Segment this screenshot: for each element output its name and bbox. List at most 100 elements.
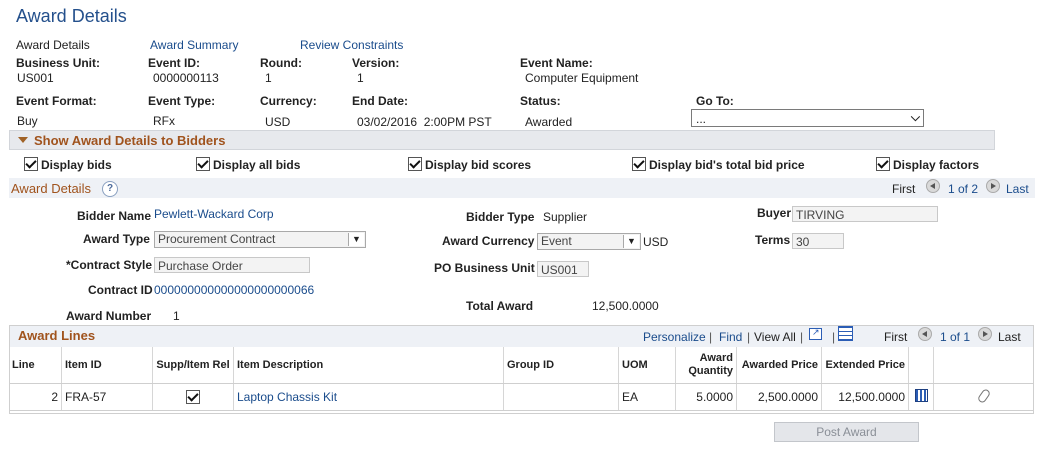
col-extended-price: Extended Price xyxy=(821,347,909,384)
award-number-value: 1 xyxy=(173,309,180,323)
event-id-label: Event ID: xyxy=(148,56,201,70)
display-factors-checkbox[interactable] xyxy=(876,157,890,171)
display-all-bids-checkbox[interactable] xyxy=(196,157,210,171)
paperclip-icon[interactable] xyxy=(976,387,991,404)
event-name-value: Computer Equipment xyxy=(525,71,639,85)
total-award-label: Total Award xyxy=(466,299,534,313)
goto-select-value: ... xyxy=(696,112,707,126)
award-type-select[interactable]: Procurement Contract ▼ xyxy=(154,231,366,248)
display-bids-label: Display bids xyxy=(41,158,112,172)
table-row: 2 FRA-57 Laptop Chassis Kit EA 5.0000 2,… xyxy=(10,383,1033,411)
award-number-label: Award Number xyxy=(66,309,152,323)
round-value: 1 xyxy=(265,71,272,85)
separator: | xyxy=(709,330,713,344)
award-lines-title: Award Lines xyxy=(18,328,96,343)
display-total-bid-price-option[interactable]: Display bid's total bid price xyxy=(632,157,805,172)
supp-item-rel-checkbox[interactable] xyxy=(186,389,200,404)
col-award-quantity: Award Quantity xyxy=(675,347,737,384)
new-window-icon[interactable]: ↗ xyxy=(809,327,822,340)
award-lines-nav-count: 1 of 1 xyxy=(940,330,971,344)
col-uom: UOM xyxy=(618,347,676,384)
terms-label: Terms xyxy=(755,233,791,247)
col-group-id: Group ID xyxy=(503,347,619,384)
chevron-down-icon: ▼ xyxy=(623,235,639,248)
col-attach xyxy=(933,347,1033,384)
cell-awarded-price: 2,500.0000 xyxy=(736,383,822,411)
currency-label: Currency: xyxy=(260,94,317,108)
display-bid-scores-option[interactable]: Display bid scores xyxy=(408,157,531,172)
po-bu-field: US001 xyxy=(537,261,589,277)
previous-icon[interactable] xyxy=(926,179,940,193)
award-currency-select[interactable]: Event ▼ xyxy=(537,233,641,250)
cell-award-quantity: 5.0000 xyxy=(675,383,737,411)
award-lines-table: Line Item ID Supp/Item Rel Item Descript… xyxy=(10,347,1033,411)
show-award-details-band[interactable]: Show Award Details to Bidders xyxy=(9,130,995,150)
separator: | xyxy=(832,330,836,344)
previous-icon[interactable] xyxy=(918,327,932,341)
award-lines-nav-first[interactable]: First xyxy=(884,330,907,344)
item-description-link[interactable]: Laptop Chassis Kit xyxy=(237,390,337,404)
award-details-header xyxy=(9,178,1035,198)
personalize-link[interactable]: Personalize xyxy=(643,330,706,344)
page-title: Award Details xyxy=(16,6,127,26)
calculator-icon[interactable] xyxy=(914,389,928,402)
award-lines-nav-last[interactable]: Last xyxy=(998,330,1021,344)
award-currency-label: Award Currency xyxy=(442,234,535,248)
goto-select[interactable]: ... ⌵ xyxy=(691,109,924,127)
cell-attach xyxy=(933,383,1033,411)
event-type-value: RFx xyxy=(153,114,175,128)
goto-label: Go To: xyxy=(696,94,734,108)
post-award-button[interactable]: Post Award xyxy=(774,422,919,442)
end-date-label: End Date: xyxy=(352,94,409,108)
help-icon[interactable]: ? xyxy=(102,181,118,197)
contract-id-link[interactable]: 000000000000000000000066 xyxy=(154,283,314,297)
award-details-nav-first[interactable]: First xyxy=(892,182,915,196)
business-unit-value: US001 xyxy=(17,71,54,85)
award-details-nav-last[interactable]: Last xyxy=(1006,182,1029,196)
review-constraints-link[interactable]: Review Constraints xyxy=(300,38,403,52)
chevron-down-icon: ▼ xyxy=(348,233,364,246)
display-total-bid-price-checkbox[interactable] xyxy=(632,157,646,171)
version-value: 1 xyxy=(357,71,364,85)
download-grid-icon[interactable] xyxy=(838,326,853,341)
buyer-label: Buyer xyxy=(757,206,792,220)
cell-group-id xyxy=(503,383,619,411)
display-bids-option[interactable]: Display bids xyxy=(24,157,112,172)
display-total-bid-price-label: Display bid's total bid price xyxy=(649,158,805,172)
find-link[interactable]: Find xyxy=(719,330,742,344)
total-award-value: 12,500.0000 xyxy=(592,299,659,313)
end-date-value: 03/02/2016 2:00PM PST xyxy=(357,115,492,129)
bidder-name-link[interactable]: Pewlett-Wackard Corp xyxy=(154,207,274,221)
event-name-label: Event Name: xyxy=(520,56,593,70)
award-type-label: Award Type xyxy=(83,232,150,246)
round-label: Round: xyxy=(260,56,302,70)
event-format-label: Event Format: xyxy=(16,94,97,108)
display-bid-scores-label: Display bid scores xyxy=(425,158,532,172)
bidder-type-label: Bidder Type xyxy=(466,210,535,224)
event-format-value: Buy xyxy=(17,114,38,128)
nav-current: Award Details xyxy=(16,38,90,52)
award-currency-value: Event xyxy=(541,234,572,248)
buyer-field: TIRVING xyxy=(792,206,938,222)
display-factors-option[interactable]: Display factors xyxy=(876,157,979,172)
display-bids-checkbox[interactable] xyxy=(24,157,38,171)
chevron-down-icon: ⌵ xyxy=(910,110,920,124)
table-header-row: Line Item ID Supp/Item Rel Item Descript… xyxy=(10,347,1033,384)
award-summary-link[interactable]: Award Summary xyxy=(150,38,238,52)
col-line: Line xyxy=(10,347,62,384)
contract-style-field: Purchase Order xyxy=(154,257,310,273)
separator: | xyxy=(800,330,804,344)
cell-uom: EA xyxy=(618,383,676,411)
view-all-link[interactable]: View All xyxy=(754,330,796,344)
event-type-label: Event Type: xyxy=(148,94,216,108)
status-value: Awarded xyxy=(525,115,573,129)
col-calc xyxy=(908,347,934,384)
display-all-bids-option[interactable]: Display all bids xyxy=(196,157,300,172)
display-bid-scores-checkbox[interactable] xyxy=(408,157,422,171)
cell-extended-price: 12,500.0000 xyxy=(821,383,909,411)
award-type-value: Procurement Contract xyxy=(158,232,276,246)
display-all-bids-label: Display all bids xyxy=(213,158,301,172)
col-item-description: Item Description xyxy=(233,347,504,384)
next-icon[interactable] xyxy=(986,179,1000,193)
next-icon[interactable] xyxy=(978,327,992,341)
